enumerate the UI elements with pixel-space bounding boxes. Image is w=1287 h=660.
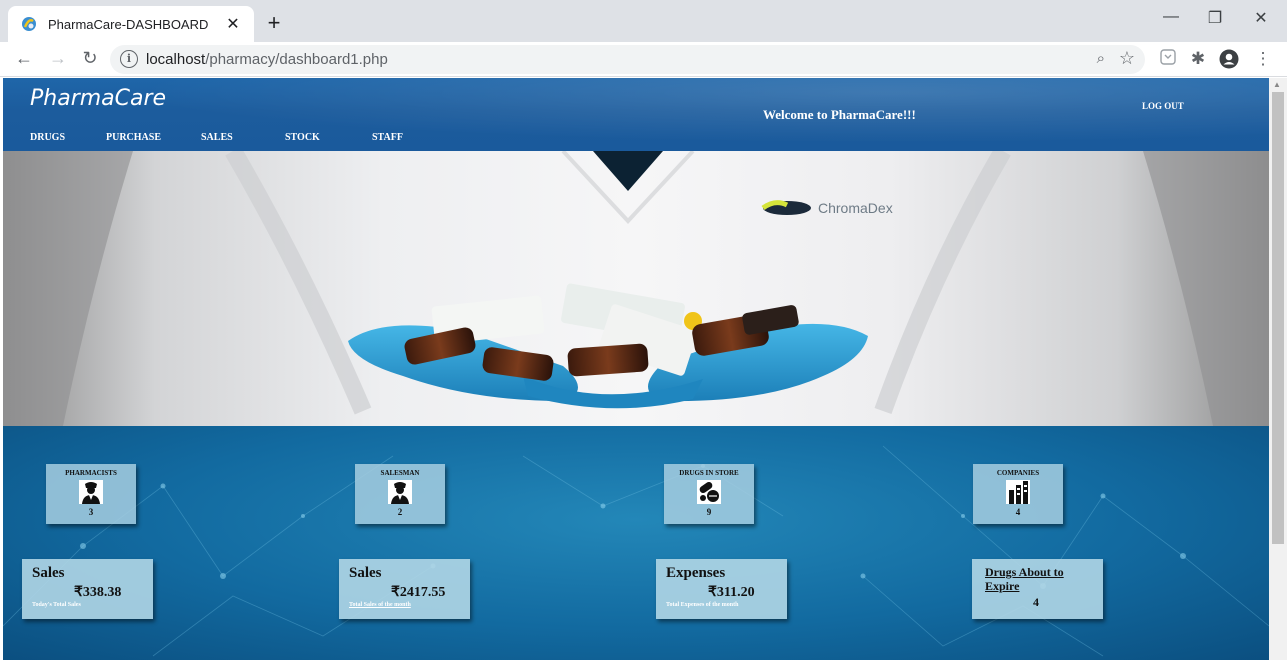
pills-icon (697, 480, 721, 504)
salesman-icon (388, 480, 412, 504)
browser-menu-icon[interactable]: ⋮ (1252, 49, 1274, 69)
card-title: Expenses (666, 565, 726, 581)
stat-value: 9 (706, 507, 712, 517)
restore-button[interactable]: ❐ (1200, 8, 1230, 28)
reload-icon[interactable]: ↻ (78, 48, 102, 69)
menu-item-sales[interactable]: SALES (201, 132, 233, 143)
browser-toolbar: ← → ↻ i localhost/pharmacy/dashboard1.ph… (0, 42, 1287, 77)
extensions-puzzle-icon[interactable]: ✱ (1187, 49, 1209, 69)
card-subtitle: Total Expenses of the month (666, 602, 739, 608)
bookmark-star-icon[interactable]: ☆ (1119, 48, 1135, 69)
forward-arrow-icon[interactable]: → (46, 48, 70, 69)
companies-icon (1006, 480, 1030, 504)
url-host: localhost (146, 51, 206, 68)
stat-value: 4 (1015, 507, 1021, 517)
pharmacist-icon (79, 480, 103, 504)
tab-title: PharmaCare-DASHBOARD (48, 16, 209, 32)
brand-logo[interactable]: PharmaCare (30, 86, 166, 111)
main-menu: DRUGS PURCHASE SALES STOCK STAFF (3, 124, 1269, 151)
network-background-illustration (3, 445, 1269, 657)
card-subtitle-link[interactable]: Total Sales of the month (349, 602, 411, 608)
extension-pocket-icon[interactable] (1157, 49, 1179, 70)
card-today-sales[interactable]: Sales ₹338.38 Today's Total Sales (22, 559, 153, 619)
scrollbar-thumb[interactable] (1272, 92, 1284, 544)
address-bar[interactable]: i localhost/pharmacy/dashboard1.php ⌕ ☆ (110, 45, 1145, 74)
minimize-button[interactable]: — (1156, 8, 1186, 26)
stat-drugs-in-store[interactable]: DRUGS IN STORE 9 (664, 464, 754, 524)
new-tab-button[interactable]: + (262, 10, 286, 36)
card-title: Sales (349, 565, 382, 581)
site-info-icon[interactable]: i (120, 50, 138, 68)
card-month-expenses[interactable]: Expenses ₹311.20 Total Expenses of the m… (656, 559, 787, 619)
card-expiring-drugs[interactable]: Drugs About to Expire 4 (972, 559, 1103, 619)
page-content: PharmaCare Welcome to PharmaCare!!! LOG … (3, 78, 1269, 660)
menu-item-staff[interactable]: STAFF (372, 132, 403, 143)
hero-banner-image: ChromaDex (3, 151, 1269, 426)
menu-item-purchase[interactable]: PURCHASE (106, 132, 161, 143)
stat-pharmacists[interactable]: PHARMACISTS 3 (46, 464, 136, 524)
stat-label: SALESMAN (380, 469, 420, 477)
url-text[interactable]: localhost/pharmacy/dashboard1.php (146, 51, 388, 68)
scroll-up-arrow-icon[interactable]: ▲ (1273, 80, 1281, 89)
card-month-sales[interactable]: Sales ₹2417.55 Total Sales of the month (339, 559, 470, 619)
zoom-icon[interactable]: ⌕ (1097, 50, 1105, 67)
menu-item-stock[interactable]: STOCK (285, 132, 320, 143)
card-value: ₹2417.55 (391, 585, 446, 600)
browser-tabstrip: PharmaCare-DASHBOARD ✕ + — ❐ ✕ (0, 0, 1287, 42)
back-arrow-icon[interactable]: ← (12, 48, 36, 69)
card-title-link[interactable]: Drugs About to Expire (985, 565, 1095, 593)
url-path: /pharmacy/dashboard1.php (205, 51, 388, 68)
tab-close-icon[interactable]: ✕ (224, 14, 242, 34)
pharmacy-favicon-icon (22, 17, 36, 31)
stat-label: COMPANIES (996, 469, 1040, 477)
stat-label: DRUGS IN STORE (679, 469, 739, 477)
site-header: PharmaCare Welcome to PharmaCare!!! LOG … (3, 78, 1269, 151)
pharmacist-hands-illustration: ChromaDex (3, 151, 1269, 426)
stat-companies[interactable]: COMPANIES 4 (973, 464, 1063, 524)
card-value: ₹311.20 (708, 585, 755, 600)
stat-value: 2 (397, 507, 403, 517)
browser-tab[interactable]: PharmaCare-DASHBOARD ✕ (8, 6, 254, 42)
menu-item-drugs[interactable]: DRUGS (30, 132, 65, 143)
stat-label: PHARMACISTS (65, 469, 117, 477)
close-window-button[interactable]: ✕ (1246, 8, 1276, 28)
page-scrollbar[interactable]: ▲ (1269, 78, 1287, 660)
coat-logo-text: ChromaDex (818, 200, 893, 216)
dashboard-panel: PHARMACISTS 3 SALESMAN 2 DRUGS IN STORE … (3, 426, 1269, 660)
stat-value: 3 (88, 507, 94, 517)
card-value: 4 (1033, 595, 1039, 609)
welcome-text: Welcome to PharmaCare!!! (763, 107, 916, 122)
card-title: Sales (32, 565, 65, 581)
card-value: ₹338.38 (74, 585, 122, 600)
logout-link[interactable]: LOG OUT (1142, 101, 1184, 111)
profile-avatar-icon[interactable] (1218, 49, 1240, 74)
card-subtitle: Today's Total Sales (32, 602, 81, 608)
stat-salesman[interactable]: SALESMAN 2 (355, 464, 445, 524)
